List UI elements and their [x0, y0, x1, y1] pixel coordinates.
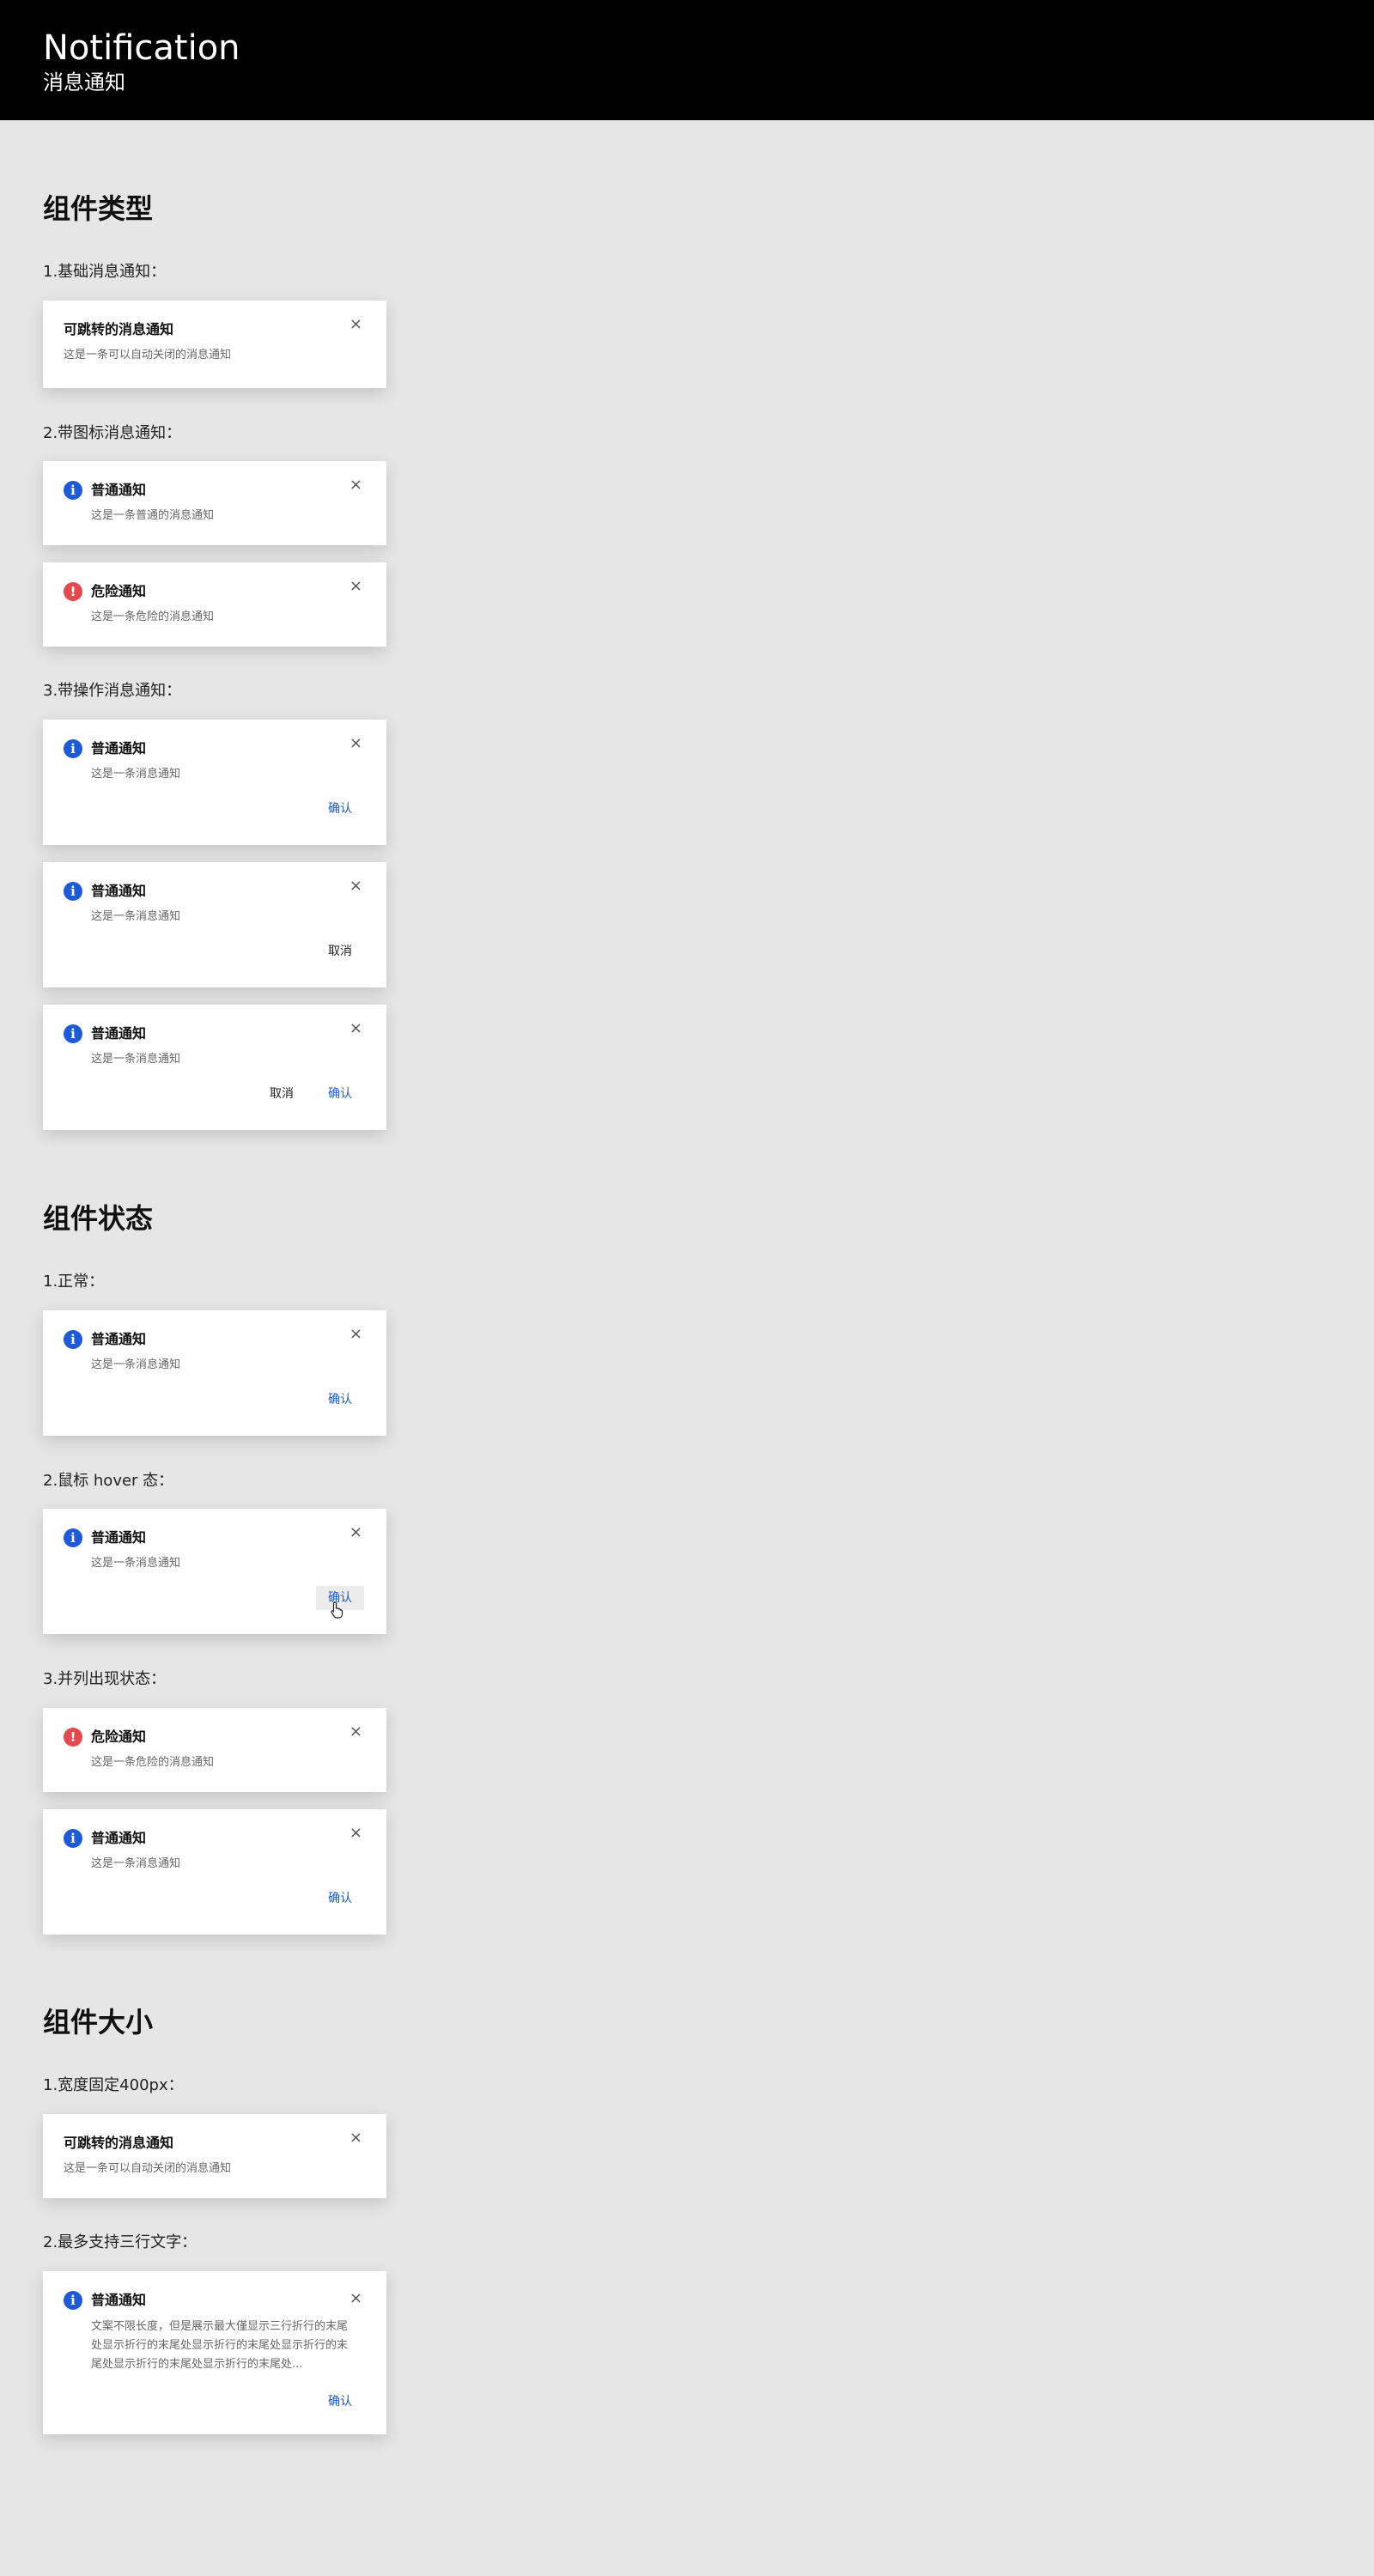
notification-title: 普通通知 — [91, 1830, 147, 1846]
confirm-button[interactable]: 确认 — [328, 1890, 352, 1907]
notification-info[interactable]: i 普通通知 这是一条普通的消息通知 × — [43, 461, 386, 545]
notification-stacked-info[interactable]: i 普通通知 这是一条消息通知 × 确认 — [43, 1809, 386, 1935]
notification-fixed-width[interactable]: 可跳转的消息通知 这是一条可以自动关闭的消息通知 × — [43, 2114, 386, 2198]
cancel-button[interactable]: 取消 — [270, 1085, 294, 1103]
info-circle-icon: i — [64, 1330, 82, 1349]
confirm-button[interactable]: 确认 — [328, 800, 352, 817]
notification-description: 这是一条可以自动关闭的消息通知 — [64, 2162, 232, 2175]
notification-description: 这是一条危险的消息通知 — [91, 1756, 215, 1769]
notification-title: 普通通知 — [91, 740, 147, 756]
notification-title: 危险通知 — [91, 1728, 147, 1745]
notification-title: 危险通知 — [91, 583, 147, 599]
confirm-button[interactable]: 确认 — [328, 1085, 352, 1103]
info-circle-icon: i — [64, 2291, 82, 2310]
exclamation-circle-icon: ! — [64, 582, 82, 601]
notification-stacked-danger[interactable]: ! 危险通知 这是一条危险的消息通知 × — [43, 1708, 386, 1792]
notification-title: 可跳转的消息通知 — [64, 2135, 174, 2151]
label-stacked: 3.并列出现状态： — [43, 1670, 167, 1688]
close-icon[interactable]: × — [350, 1825, 362, 1842]
section-title-types: 组件类型 — [43, 192, 154, 225]
label-fixed-width: 1.宽度固定400px： — [43, 2076, 184, 2094]
notification-title: 普通通知 — [91, 2292, 147, 2308]
label-with-icon: 2.带图标消息通知： — [43, 424, 182, 442]
notification-title: 普通通知 — [91, 1529, 147, 1546]
close-icon[interactable]: × — [350, 1020, 362, 1037]
notification-action-confirm[interactable]: i 普通通知 这是一条消息通知 × 确认 — [43, 720, 386, 845]
notification-description: 这是一条消息通知 — [91, 1857, 181, 1870]
notification-description: 这是一条普通的消息通知 — [91, 509, 215, 522]
close-icon[interactable]: × — [350, 2129, 362, 2147]
label-hover: 2.鼠标 hover 态： — [43, 1472, 174, 1490]
section-title-sizes: 组件大小 — [43, 2006, 154, 2038]
label-with-action: 3.带操作消息通知： — [43, 682, 182, 700]
label-normal: 1.正常： — [43, 1273, 105, 1291]
close-icon[interactable]: × — [350, 578, 362, 595]
notification-description: 这是一条消息通知 — [91, 1053, 181, 1066]
confirm-button[interactable]: 确认 — [328, 1391, 352, 1408]
notification-description-long: 文案不限长度，但是展示最大僅显示三行折行的末尾处显示折行的末尾处显示折行的末尾处… — [91, 2320, 349, 2371]
close-icon[interactable]: × — [350, 316, 362, 333]
notification-title: 可跳转的消息通知 — [64, 321, 174, 337]
close-icon[interactable]: × — [350, 2290, 362, 2307]
notification-title: 普通通知 — [91, 482, 147, 498]
info-circle-icon: i — [64, 1024, 82, 1043]
close-icon[interactable]: × — [350, 878, 362, 895]
info-circle-icon: i — [64, 1528, 82, 1547]
notification-title: 普通通知 — [91, 1331, 147, 1347]
close-icon[interactable]: × — [350, 735, 362, 752]
exclamation-circle-icon: ! — [64, 1728, 82, 1747]
notification-description: 这是一条消息通知 — [91, 910, 181, 923]
label-basic: 1.基础消息通知： — [43, 263, 167, 281]
notification-state-hover[interactable]: i 普通通知 这是一条消息通知 × 确认 — [43, 1509, 386, 1634]
notification-basic[interactable]: 可跳转的消息通知 这是一条可以自动关闭的消息通知 × — [43, 301, 386, 388]
close-icon[interactable]: × — [350, 1326, 362, 1343]
notification-danger[interactable]: ! 危险通知 这是一条危险的消息通知 × — [43, 562, 386, 647]
close-icon[interactable]: × — [350, 477, 362, 494]
notification-max-lines[interactable]: i 普通通知 文案不限长度，但是展示最大僅显示三行折行的末尾处显示折行的末尾处显… — [43, 2271, 386, 2434]
notification-description: 这是一条消息通知 — [91, 768, 181, 781]
notification-title: 普通通知 — [91, 883, 147, 899]
confirm-button[interactable]: 确认 — [328, 2393, 352, 2410]
section-title-states: 组件状态 — [43, 1202, 154, 1235]
notification-state-normal[interactable]: i 普通通知 这是一条消息通知 × 确认 — [43, 1310, 386, 1436]
page-header: Notification 消息通知 — [0, 0, 1374, 120]
notification-action-both[interactable]: i 普通通知 这是一条消息通知 × 取消 确认 — [43, 1005, 386, 1130]
notification-description: 这是一条可以自动关闭的消息通知 — [64, 349, 232, 361]
notification-description: 这是一条消息通知 — [91, 1557, 181, 1570]
info-circle-icon: i — [64, 882, 82, 901]
info-circle-icon: i — [64, 739, 82, 758]
label-max-lines: 2.最多支持三行文字： — [43, 2233, 198, 2251]
notification-action-cancel[interactable]: i 普通通知 这是一条消息通知 × 取消 — [43, 862, 386, 987]
info-circle-icon: i — [64, 1829, 82, 1848]
page-title: Notification — [43, 28, 240, 68]
notification-description: 这是一条危险的消息通知 — [91, 611, 215, 623]
notification-title: 普通通知 — [91, 1025, 147, 1042]
notification-description: 这是一条消息通知 — [91, 1358, 181, 1371]
cancel-button[interactable]: 取消 — [328, 943, 352, 960]
close-icon[interactable]: × — [350, 1524, 362, 1541]
close-icon[interactable]: × — [350, 1723, 362, 1741]
hand-pointer-icon — [330, 1601, 345, 1622]
page-subtitle: 消息通知 — [43, 70, 125, 94]
info-circle-icon: i — [64, 481, 82, 500]
